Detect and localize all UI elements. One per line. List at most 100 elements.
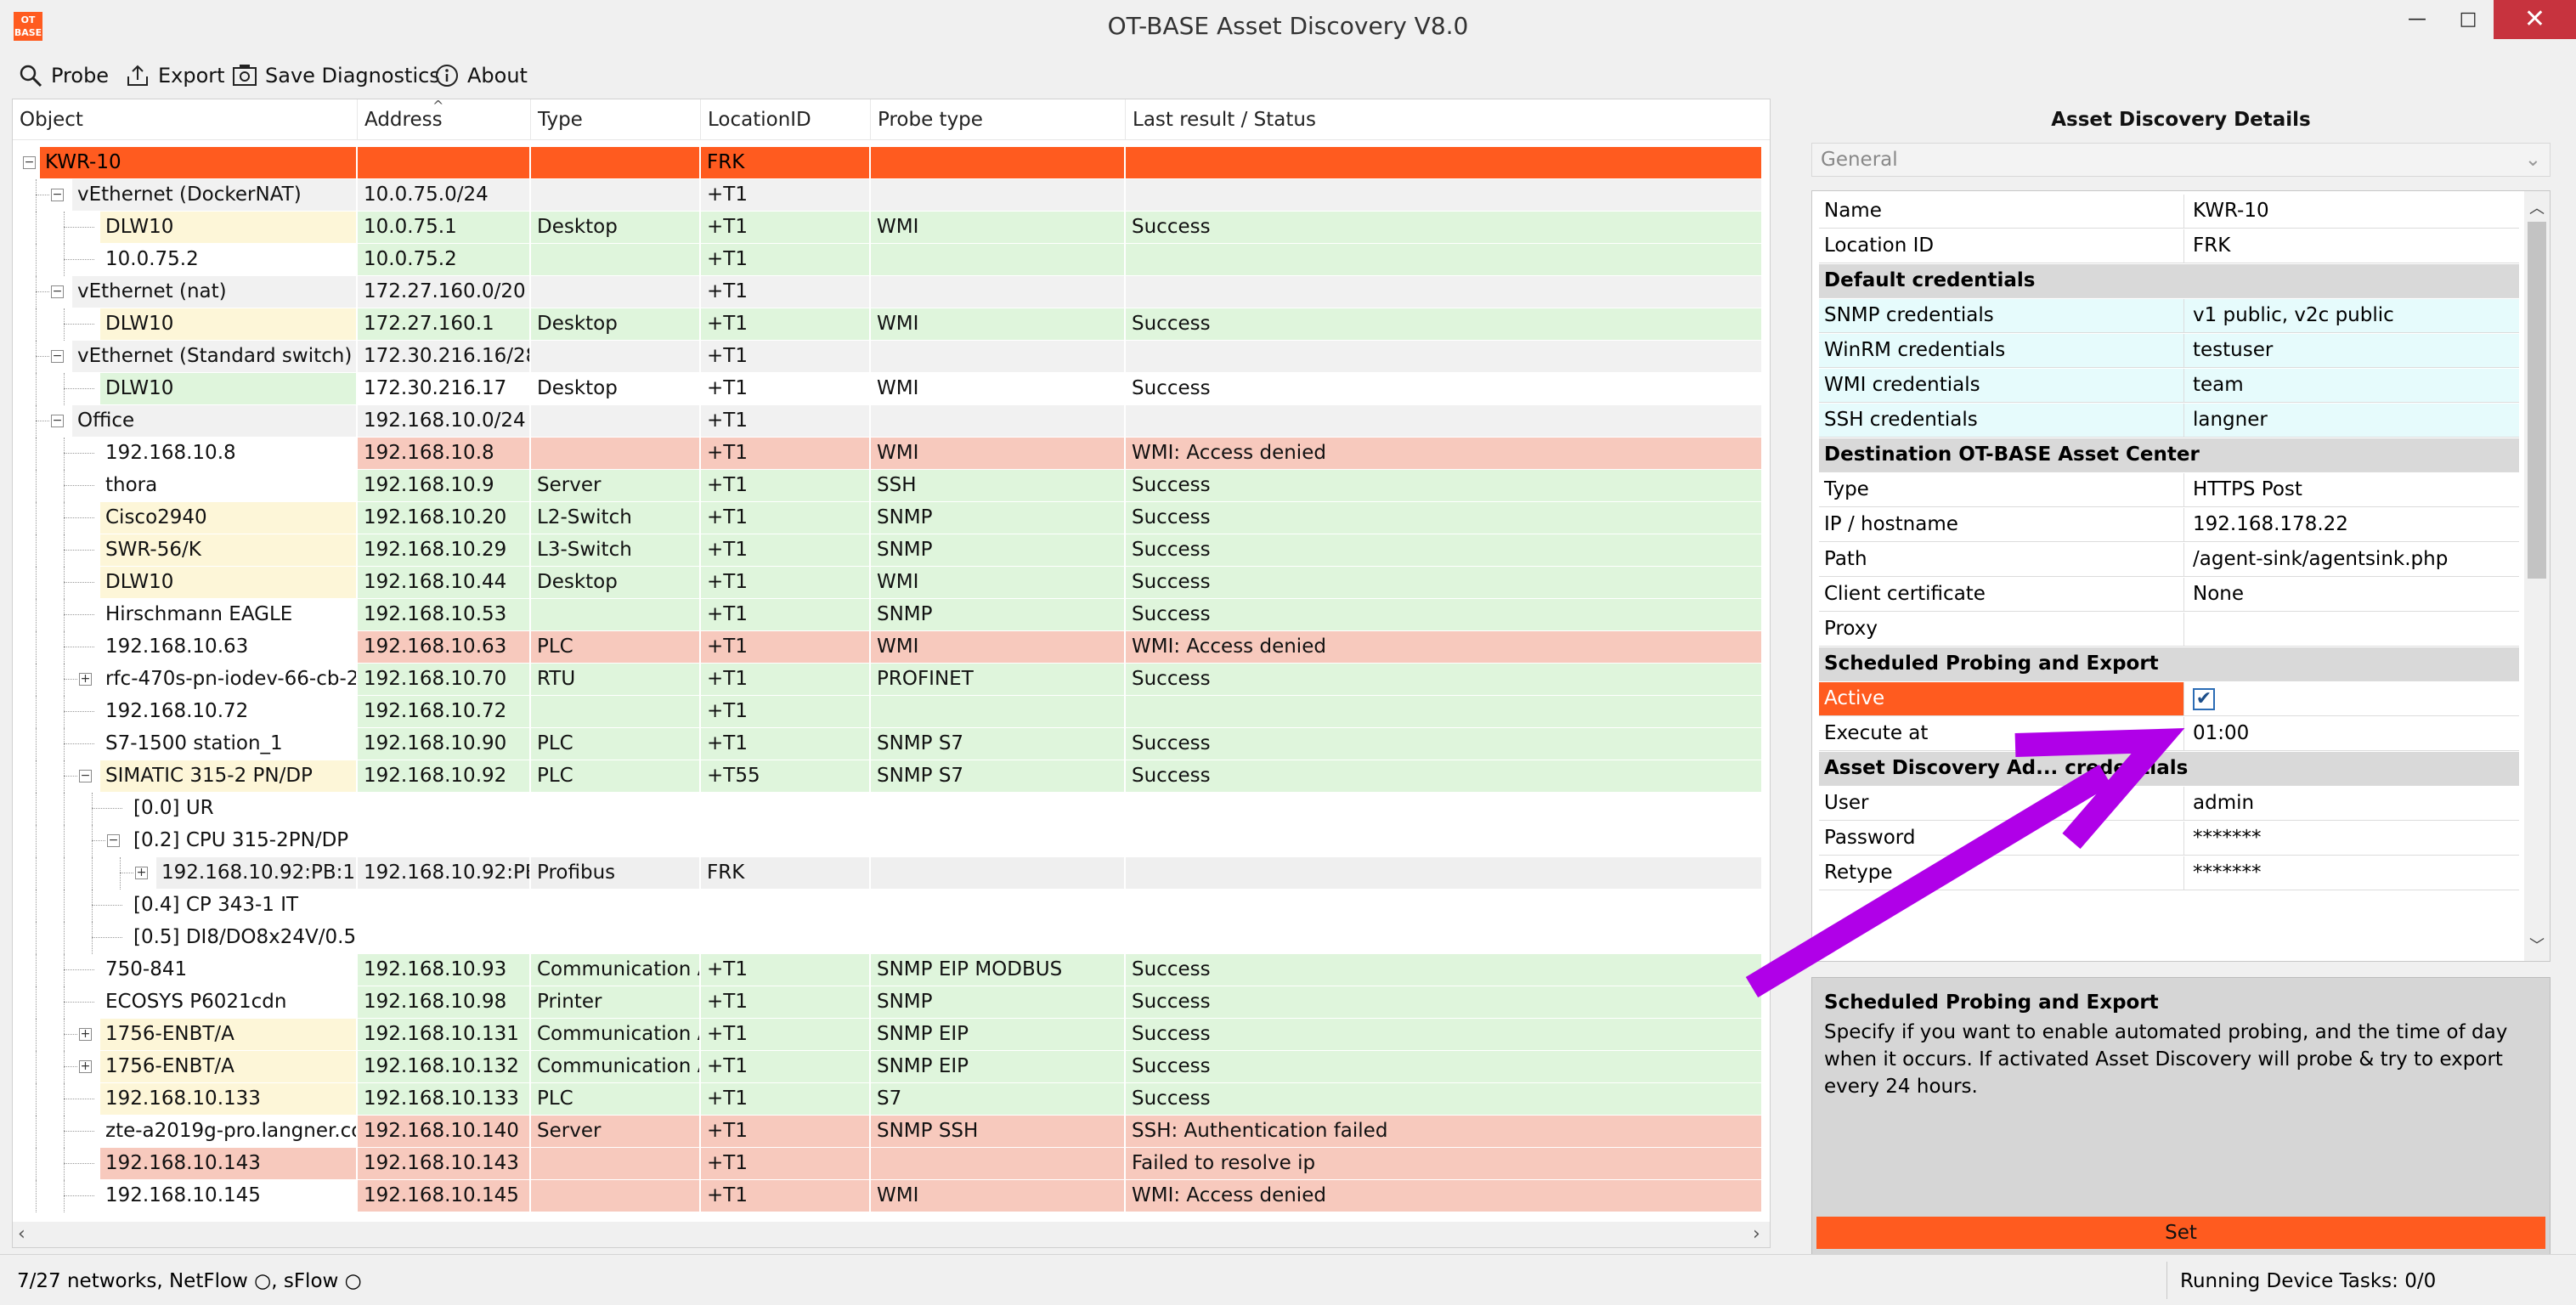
property-value[interactable]: KWR-10 (2184, 195, 2519, 228)
category-select[interactable]: General ⌄ (1811, 143, 2551, 177)
property-row[interactable]: SNMP credentials v1 public, v2c public (1819, 299, 2519, 333)
scroll-right-icon[interactable]: › (1753, 1223, 1760, 1245)
set-button[interactable]: Set (1816, 1217, 2545, 1249)
property-grid-scrollbar[interactable]: ︿ ﹀ (2524, 191, 2550, 961)
scroll-thumb[interactable] (2528, 222, 2546, 579)
scroll-up-icon[interactable]: ︿ (2529, 196, 2545, 218)
table-row[interactable]: 750-841 192.168.10.93 Communication A +T1 SN… (13, 954, 1770, 986)
property-value[interactable]: admin (2184, 787, 2519, 820)
property-row[interactable]: SSH credentials langner (1819, 404, 2519, 438)
column-header-address[interactable]: Address (358, 99, 531, 140)
expand-icon[interactable]: + (79, 673, 92, 686)
table-row[interactable]: SIMATIC 315-2 PN/DP 192.168.10.92 PLC +T55 S… (13, 760, 1770, 793)
expand-icon[interactable]: + (79, 1028, 92, 1041)
table-row[interactable]: DLW10 172.27.160.1 Desktop +T1 WMI Success (13, 308, 1770, 341)
property-value[interactable]: ******* (2184, 856, 2519, 890)
collapse-icon[interactable]: − (51, 285, 64, 298)
table-row[interactable]: vEthernet (DockerNAT) 10.0.75.0/24 +T1 − (13, 179, 1770, 212)
column-header-status[interactable]: Last result / Status (1126, 99, 1770, 140)
table-row[interactable]: [0.4] CP 343-1 IT (13, 890, 1770, 922)
property-value[interactable]: ******* (2184, 822, 2519, 855)
property-row[interactable]: Execute at 01:00 (1819, 717, 2519, 751)
table-row[interactable]: 1756-ENBT/A 192.168.10.131 Communication A… (13, 1019, 1770, 1051)
table-row[interactable]: SWR-56/K 192.168.10.29 L3-Switch +T1 SNMP Suc… (13, 534, 1770, 567)
collapse-icon[interactable]: − (79, 770, 92, 782)
property-row[interactable]: Path/agent-sink/agentsink.php (1819, 543, 2519, 577)
probe-button[interactable]: Probe (17, 59, 109, 92)
table-row[interactable]: DLW10 10.0.75.1 Desktop +T1 WMI Success (13, 212, 1770, 244)
table-row[interactable]: 192.168.10.92:PB:1192.168.10.92:PB:1Prof… (13, 857, 1770, 890)
table-row[interactable]: 10.0.75.2 10.0.75.2 +T1 (13, 244, 1770, 276)
maximize-button[interactable]: □ (2443, 0, 2494, 39)
column-header-probe-type[interactable]: Probe type (871, 99, 1126, 140)
table-row[interactable]: [0.2] CPU 315-2PN/DP − (13, 825, 1770, 857)
table-row[interactable]: 192.168.10.72 192.168.10.72 +T1 (13, 696, 1770, 728)
collapse-icon[interactable]: − (23, 156, 36, 169)
table-row[interactable]: [0.5] DI8/DO8x24V/0.5A (13, 922, 1770, 954)
property-row[interactable]: Type HTTPS Post (1819, 473, 2519, 507)
tree-connector (64, 1019, 65, 1051)
table-row[interactable]: ECOSYS P6021cdn 192.168.10.98 Printer +T1 SN… (13, 986, 1770, 1019)
table-row[interactable]: vEthernet (Standard switch) 172.30.216.16… (13, 341, 1770, 373)
property-value[interactable]: /agent-sink/agentsink.php (2184, 543, 2519, 576)
collapse-icon[interactable]: − (107, 834, 120, 847)
property-value[interactable] (2184, 613, 2519, 646)
collapse-icon[interactable]: − (51, 415, 64, 427)
column-header-object[interactable]: Object (13, 99, 358, 140)
property-value[interactable]: None (2184, 578, 2519, 611)
property-value[interactable]: langner (2184, 404, 2519, 437)
horizontal-scrollbar[interactable]: ‹ › (13, 1222, 1770, 1247)
minimize-button[interactable]: — (2392, 0, 2443, 39)
collapse-icon[interactable]: − (51, 189, 64, 201)
about-button[interactable]: About (433, 59, 528, 92)
table-row[interactable]: 192.168.10.145 192.168.10.145 +T1 WMI WMI: A… (13, 1180, 1770, 1212)
property-row[interactable]: WinRM credentials testuser (1819, 334, 2519, 368)
column-header-location[interactable]: LocationID (701, 99, 871, 140)
property-row[interactable]: Location ID FRK (1819, 229, 2519, 263)
export-button[interactable]: Export (124, 59, 225, 92)
property-row[interactable]: Password ******* (1819, 822, 2519, 856)
property-value[interactable]: 01:00 (2184, 717, 2519, 750)
active-checkbox[interactable]: ✔ (2193, 688, 2215, 710)
scroll-down-icon[interactable]: ﹀ (2529, 934, 2545, 956)
table-row[interactable]: zte-a2019g-pro.langner.com 192.168.10.140… (13, 1116, 1770, 1148)
property-row[interactable]: WMI credentials team (1819, 369, 2519, 403)
table-row[interactable]: DLW10 192.168.10.44 Desktop +T1 WMI Success (13, 567, 1770, 599)
scroll-left-icon[interactable]: ‹ (18, 1223, 25, 1245)
property-value[interactable]: v1 public, v2c public (2184, 299, 2519, 332)
collapse-icon[interactable]: − (51, 350, 64, 363)
table-row[interactable]: Hirschmann EAGLE 192.168.10.53 +T1 SNMP Succ… (13, 599, 1770, 631)
property-row[interactable]: Proxy (1819, 613, 2519, 647)
table-row[interactable]: KWR-10 FRK − (13, 147, 1770, 179)
save-diagnostics-button[interactable]: Save Diagnostics (231, 59, 440, 92)
column-header-type[interactable]: Type (531, 99, 701, 140)
property-value[interactable]: testuser (2184, 334, 2519, 367)
table-row[interactable]: 192.168.10.143 192.168.10.143 +T1 Failed to… (13, 1148, 1770, 1180)
property-value[interactable]: 192.168.178.22 (2184, 508, 2519, 541)
table-row[interactable]: 192.168.10.63 192.168.10.63 PLC +T1 WMI WMI: … (13, 631, 1770, 664)
table-row[interactable]: 1756-ENBT/A 192.168.10.132 Communication A… (13, 1051, 1770, 1083)
property-row[interactable]: Retype ******* (1819, 856, 2519, 890)
table-row[interactable]: [0.0] UR (13, 793, 1770, 825)
property-value[interactable]: HTTPS Post (2184, 473, 2519, 506)
table-row[interactable]: Cisco2940 192.168.10.20 L2-Switch +T1 SNMP Su… (13, 502, 1770, 534)
table-row[interactable]: rfc-470s-pn-iodev-66-cb-29 192.168.10.70 R… (13, 664, 1770, 696)
property-row[interactable]: User admin (1819, 787, 2519, 821)
property-row[interactable]: Name KWR-10 (1819, 195, 2519, 229)
table-row[interactable]: 192.168.10.133 192.168.10.133 PLC +T1 S7 Succ… (13, 1083, 1770, 1116)
table-row[interactable]: thora 192.168.10.9 Server +T1 SSH Success (13, 470, 1770, 502)
expand-icon[interactable]: + (135, 867, 148, 879)
close-button[interactable]: ✕ (2494, 0, 2576, 39)
property-row[interactable]: Client certificate None (1819, 578, 2519, 612)
property-row[interactable]: Active ✔ (1819, 682, 2519, 716)
table-row[interactable]: Office 192.168.10.0/24 +T1 − (13, 405, 1770, 438)
table-row[interactable]: S7-1500 station_1 192.168.10.90 PLC +T1 SNMP… (13, 728, 1770, 760)
property-row[interactable]: IP / hostname 192.168.178.22 (1819, 508, 2519, 542)
table-row[interactable]: vEthernet (nat) 172.27.160.0/20 +T1 − (13, 276, 1770, 308)
expand-icon[interactable]: + (79, 1060, 92, 1073)
table-row[interactable]: DLW10 172.30.216.17 Desktop +T1 WMI Success (13, 373, 1770, 405)
property-value[interactable]: FRK (2184, 229, 2519, 263)
property-value[interactable]: team (2184, 369, 2519, 402)
active-checkbox-cell[interactable]: ✔ (2184, 682, 2519, 715)
table-row[interactable]: 192.168.10.8 192.168.10.8 +T1 WMI WMI: Acces… (13, 438, 1770, 470)
